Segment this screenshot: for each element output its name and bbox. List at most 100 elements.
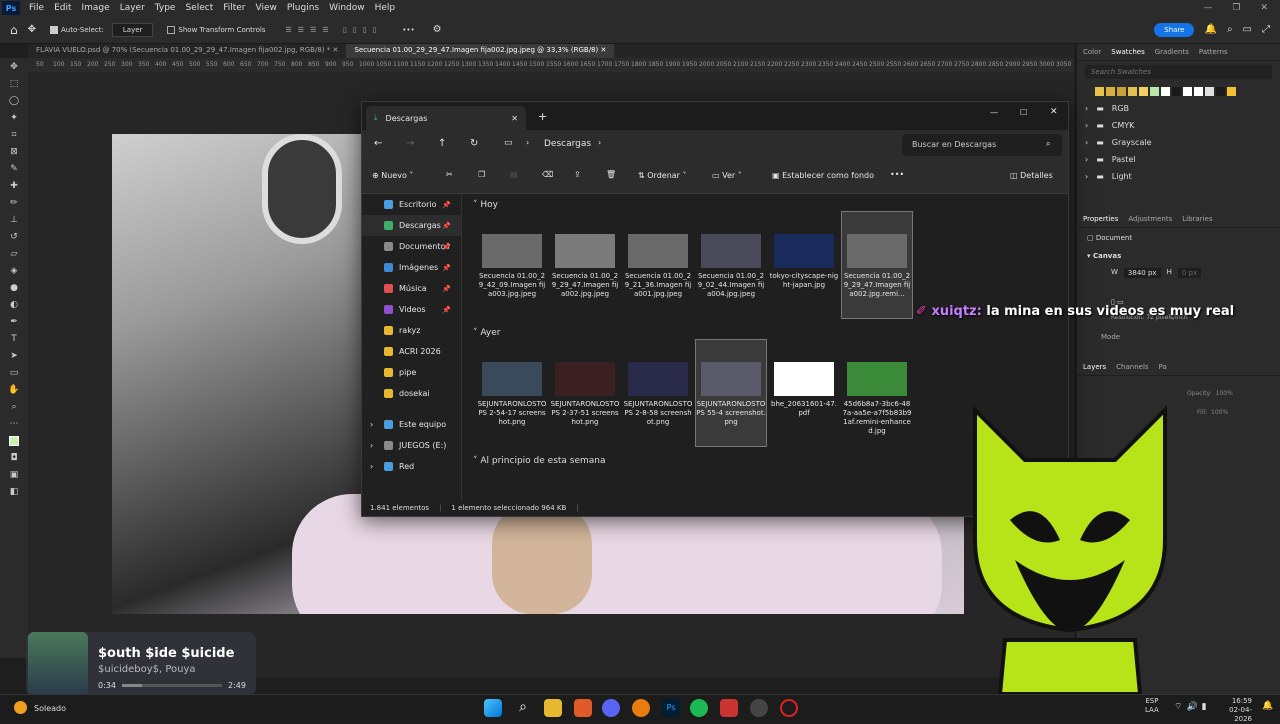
- search-icon[interactable]: ⌕: [514, 699, 532, 717]
- cut-icon[interactable]: ✂: [446, 170, 453, 179]
- opacity-field[interactable]: 100%: [1216, 390, 1233, 397]
- menu-help[interactable]: Help: [370, 3, 401, 13]
- more-options-icon[interactable]: •••: [402, 26, 414, 34]
- nav-item-red[interactable]: › Red: [362, 456, 461, 477]
- notification-icon[interactable]: 🔔: [1262, 701, 1273, 711]
- group-header[interactable]: ˅ Ayer: [463, 328, 500, 338]
- color-swatch[interactable]: [1161, 87, 1170, 96]
- color-swatch[interactable]: [1172, 87, 1181, 96]
- height-field[interactable]: 0 px: [1177, 268, 1202, 278]
- pen-icon[interactable]: ✒: [0, 313, 28, 330]
- up-arrow-icon[interactable]: ↑: [438, 138, 446, 149]
- width-field[interactable]: 3840 px: [1123, 268, 1161, 278]
- nav-item-rakyz[interactable]: rakyz: [362, 320, 461, 341]
- menu-window[interactable]: Window: [324, 3, 370, 13]
- tab-gradients[interactable]: Gradients: [1155, 48, 1189, 56]
- hand-tool-icon[interactable]: ✋: [0, 381, 28, 398]
- delete-icon[interactable]: 🗑: [606, 170, 616, 179]
- file-item[interactable]: Secuencia 01.00_29_42_09.Imagen fija003.…: [477, 234, 547, 299]
- paste-icon[interactable]: ▤: [510, 170, 518, 179]
- menu-image[interactable]: Image: [77, 3, 115, 13]
- minimize-icon[interactable]: —: [990, 108, 998, 117]
- nav-item-descargas[interactable]: Descargas 📌: [362, 215, 461, 236]
- menu-type[interactable]: Type: [150, 3, 181, 13]
- tab-layers[interactable]: Layers: [1083, 363, 1106, 371]
- move-tool-icon[interactable]: ✥: [0, 58, 28, 75]
- maximize-icon[interactable]: ☐: [1020, 108, 1027, 117]
- tab-adjustments[interactable]: Adjustments: [1128, 215, 1172, 223]
- nav-item-im-genes[interactable]: Imágenes 📌: [362, 257, 461, 278]
- tab-properties[interactable]: Properties: [1083, 215, 1118, 223]
- frame-mode-icon[interactable]: ◧: [0, 483, 28, 500]
- color-swatches-icon[interactable]: [0, 432, 28, 449]
- gear-icon[interactable]: ⚙: [433, 24, 442, 35]
- windows-start-icon[interactable]: [484, 699, 502, 717]
- orientation-icons[interactable]: ▯ ▭: [1077, 282, 1280, 306]
- rename-icon[interactable]: ⌫: [542, 170, 553, 179]
- file-item[interactable]: Secuencia 01.00_29_29_47.Imagen fija002.…: [550, 234, 620, 299]
- color-swatch[interactable]: [1216, 87, 1225, 96]
- stamp-icon[interactable]: ⊥: [0, 211, 28, 228]
- menu-filter[interactable]: Filter: [218, 3, 250, 13]
- color-swatch[interactable]: [1183, 87, 1192, 96]
- restore-icon[interactable]: ❐: [1232, 3, 1240, 13]
- magic-wand-icon[interactable]: ✦: [0, 109, 28, 126]
- history-brush-icon[interactable]: ↺: [0, 228, 28, 245]
- color-swatch[interactable]: [1106, 87, 1115, 96]
- nav-item-videos[interactable]: Videos 📌: [362, 299, 461, 320]
- file-item[interactable]: SEJUNTARONLOSTOPS 2-8-58 screenshot.png: [623, 362, 693, 427]
- file-explorer-icon[interactable]: [544, 699, 562, 717]
- close-icon[interactable]: ✕: [1050, 107, 1058, 117]
- details-button[interactable]: ◫ Detalles: [1010, 171, 1053, 180]
- color-swatch[interactable]: [1139, 87, 1148, 96]
- rectangle-tool-icon[interactable]: ▭: [0, 364, 28, 381]
- chevron-right-icon[interactable]: ›: [598, 138, 601, 147]
- spotify-icon[interactable]: [690, 699, 708, 717]
- chevron-right-icon[interactable]: ›: [370, 462, 373, 471]
- tab-libraries[interactable]: Libraries: [1182, 215, 1212, 223]
- close-icon[interactable]: ✕: [333, 46, 339, 54]
- app-icon[interactable]: [720, 699, 738, 717]
- file-item[interactable]: Secuencia 01.00_29_29_47.Imagen fija002.…: [841, 211, 913, 319]
- photoshop-icon[interactable]: Ps: [662, 699, 680, 717]
- more-tools-icon[interactable]: ⋯: [0, 415, 28, 432]
- tab-paths[interactable]: Pa: [1159, 363, 1167, 371]
- minimize-icon[interactable]: —: [1203, 3, 1212, 13]
- lasso-tool-icon[interactable]: ◯: [0, 92, 28, 109]
- screen-mode-icon[interactable]: ▣: [0, 466, 28, 483]
- blender-icon[interactable]: [632, 699, 650, 717]
- bell-icon[interactable]: 🔔: [1204, 24, 1216, 35]
- nav-item-este-equipo[interactable]: › Este equipo: [362, 414, 461, 435]
- view-button[interactable]: ▭ Ver ˅: [712, 171, 742, 180]
- breadcrumb[interactable]: Descargas: [544, 139, 591, 149]
- color-swatch[interactable]: [1117, 87, 1126, 96]
- steam-icon[interactable]: [750, 699, 768, 717]
- system-tray-icons[interactable]: ⌔🔊▮: [1174, 701, 1211, 712]
- color-swatch[interactable]: [1227, 87, 1236, 96]
- group-header[interactable]: ˅ Hoy: [463, 200, 498, 210]
- file-item[interactable]: Secuencia 01.00_29_02_44.Imagen fija004.…: [696, 234, 766, 299]
- file-item[interactable]: tokyo-cityscape-night-japan.jpg: [769, 234, 839, 290]
- swatch-folder-rgb[interactable]: › ▬ RGB: [1077, 100, 1280, 117]
- swatch-folder-light[interactable]: › ▬ Light: [1077, 168, 1280, 185]
- explorer-tab[interactable]: ⤓ Descargas ✕: [366, 106, 526, 130]
- path-select-icon[interactable]: ➤: [0, 347, 28, 364]
- blur-icon[interactable]: ●: [0, 279, 28, 296]
- fill-field[interactable]: 100%: [1211, 409, 1228, 416]
- nav-item-escritorio[interactable]: Escritorio 📌: [362, 194, 461, 215]
- file-item[interactable]: SEJUNTARONLOSTOPS 55-4 screenshot.png: [695, 339, 767, 447]
- canvas-section[interactable]: ▾ Canvas: [1077, 248, 1280, 264]
- expand-icon[interactable]: ⤢: [1262, 24, 1270, 35]
- eraser-icon[interactable]: ▱: [0, 245, 28, 262]
- auto-select-checkbox[interactable]: [50, 25, 59, 34]
- language-indicator[interactable]: ESP LAA: [1145, 697, 1159, 715]
- brave-icon[interactable]: [574, 699, 592, 717]
- color-swatch[interactable]: [1128, 87, 1137, 96]
- file-item[interactable]: SEJUNTARONLOSTOPS 2-54-17 screenshot.png: [477, 362, 547, 427]
- file-item[interactable]: bhe_20631601-47.pdf: [769, 362, 839, 418]
- transform-checkbox[interactable]: [167, 25, 176, 34]
- share-icon[interactable]: ⇪: [574, 170, 581, 179]
- chevron-right-icon[interactable]: ›: [370, 441, 373, 450]
- color-swatch[interactable]: [1095, 87, 1104, 96]
- menu-plugins[interactable]: Plugins: [282, 3, 324, 13]
